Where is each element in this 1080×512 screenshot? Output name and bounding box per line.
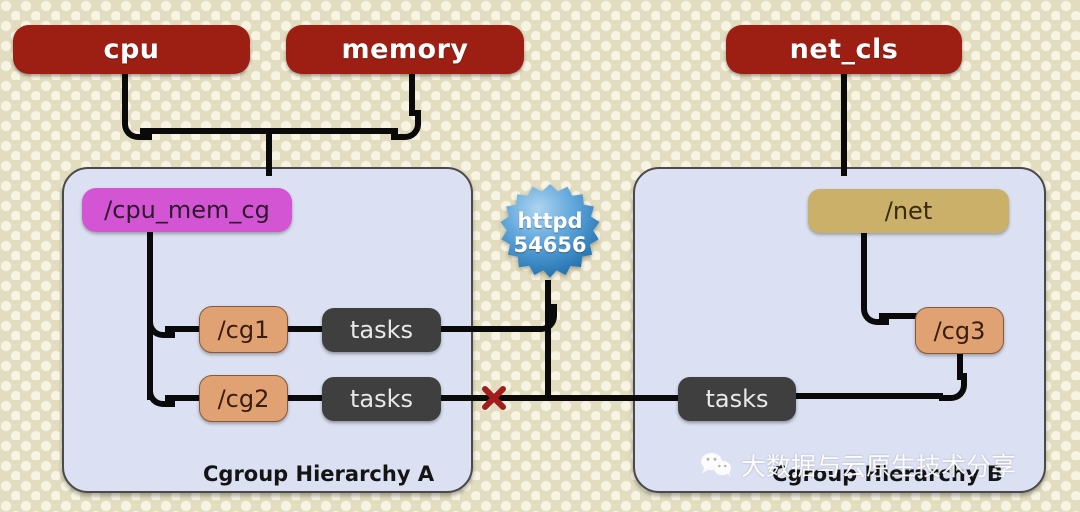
cgroup-cg2[interactable]: /cg2 <box>199 375 288 422</box>
subsystem-net-cls[interactable]: net_cls <box>726 25 962 74</box>
cgroup-cg1[interactable]: /cg1 <box>199 306 288 353</box>
cgroup-cg1-label: /cg1 <box>217 315 270 344</box>
subsystem-memory[interactable]: memory <box>286 25 524 74</box>
process-badge-httpd[interactable]: httpd 54656 <box>498 182 602 286</box>
tasks-cg1[interactable]: tasks <box>322 308 441 352</box>
cgroup-net[interactable]: /net <box>808 189 1009 233</box>
wire-tasks-cg1-out <box>437 326 533 332</box>
cgroup-cg2-label: /cg2 <box>217 384 270 413</box>
red-x-icon <box>481 385 507 411</box>
tasks-cg3[interactable]: tasks <box>678 377 796 421</box>
cgroup-cg3-label: /cg3 <box>933 316 986 345</box>
subsystem-cpu-label: cpu <box>103 34 160 65</box>
cgroup-net-label: /net <box>884 197 933 225</box>
cgroup-cpu-mem-cg[interactable]: /cpu_mem_cg <box>82 188 292 232</box>
subsystem-cpu[interactable]: cpu <box>13 25 250 74</box>
subsystem-net-cls-label: net_cls <box>789 34 899 65</box>
cgroup-hierarchy-b-label: Cgroup Hierarchy B <box>772 462 1003 486</box>
wire-httpd-to-hierarchy-b <box>545 395 692 401</box>
diagram-canvas: cpu memory net_cls Cgroup Hierarchy A /c… <box>0 0 1080 512</box>
cgroup-cpu-mem-cg-label: /cpu_mem_cg <box>104 196 270 224</box>
tasks-cg3-label: tasks <box>705 385 769 413</box>
wire-httpd-stem <box>545 280 551 398</box>
tasks-cg1-label: tasks <box>349 316 414 344</box>
tasks-cg2-label: tasks <box>349 385 414 413</box>
wire-memory-elbow <box>391 110 421 140</box>
cgroup-cg3[interactable]: /cg3 <box>915 307 1004 354</box>
tasks-cg2[interactable]: tasks <box>322 377 441 421</box>
wire-cg3-to-tasks <box>790 393 943 399</box>
wire-tasks-cg1-elbow <box>529 304 557 332</box>
cgroup-hierarchy-a-label: Cgroup Hierarchy A <box>203 462 435 486</box>
wire-net-trunk <box>861 231 867 305</box>
wire-join-to-hierarchy-a <box>266 128 272 176</box>
wire-net-cls-drop <box>841 70 847 176</box>
wire-cpu-elbow <box>122 110 152 140</box>
subsystem-memory-label: memory <box>341 34 469 65</box>
